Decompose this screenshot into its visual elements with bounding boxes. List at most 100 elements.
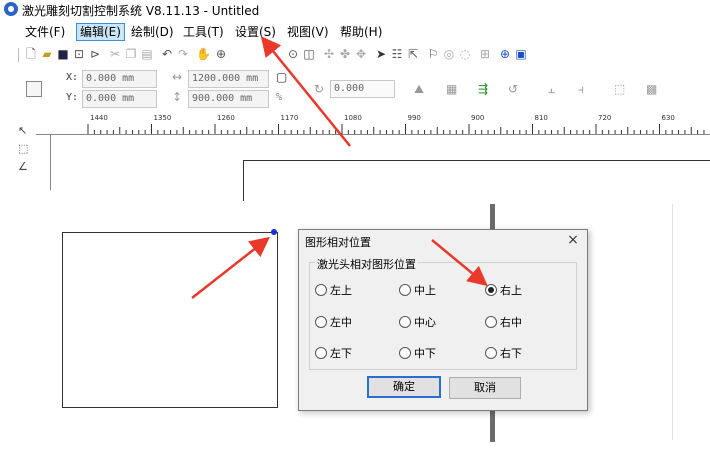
- menu-help[interactable]: 帮助(H): [337, 24, 385, 40]
- window-title: 激光雕刻切割控制系统 V8.11.13 - Untitled: [22, 4, 260, 18]
- rotate-angle-field[interactable]: 0.000: [330, 80, 395, 98]
- ruler-label: 1350: [153, 114, 172, 122]
- radio-circle-icon: [315, 284, 327, 296]
- paste-icon[interactable]: ▤: [140, 47, 154, 61]
- radio-label: 中下: [414, 347, 436, 360]
- select-pointer-icon[interactable]: ↖: [18, 124, 32, 138]
- preview-icon[interactable]: ▣: [514, 47, 528, 61]
- radio-circle-icon: [399, 347, 411, 359]
- node-break-icon[interactable]: ✥: [354, 47, 368, 61]
- radio-center[interactable]: 中心: [399, 316, 436, 330]
- rotate-icon: ↻: [314, 82, 325, 96]
- group-label: 激光头相对图形位置: [315, 256, 418, 272]
- work-area-border: [243, 160, 710, 201]
- y-position-field[interactable]: 0.000 mm: [82, 90, 157, 108]
- radio-label: 左下: [330, 347, 352, 360]
- ruler-label: 720: [598, 114, 612, 122]
- horizontal-ruler: 14401350126011701080990900810720630540: [36, 114, 710, 135]
- frame-line: [672, 204, 673, 440]
- radio-circle-icon: [315, 347, 327, 359]
- title-bar: 激光雕刻切割控制系统 V8.11.13 - Untitled: [0, 0, 710, 20]
- radio-middle-right[interactable]: 右中: [485, 316, 522, 330]
- save-icon[interactable]: ■: [56, 47, 70, 61]
- menu-tools[interactable]: 工具(T): [180, 24, 227, 40]
- height-field[interactable]: 900.000 mm: [188, 90, 269, 108]
- zoom-page-icon[interactable]: ◫: [302, 47, 316, 61]
- radio-circle-icon: [399, 284, 411, 296]
- align-icon[interactable]: ⇶: [478, 82, 488, 96]
- radio-circle-icon: [315, 316, 327, 328]
- radio-top-left[interactable]: 左上: [315, 284, 352, 298]
- smooth-icon[interactable]: ◎: [442, 47, 456, 61]
- dialog-title: 图形相对位置: [305, 236, 371, 249]
- radio-bottom-right[interactable]: 右下: [485, 347, 522, 361]
- redo-icon[interactable]: ↷: [176, 47, 190, 61]
- mirror-v-icon[interactable]: ▦: [446, 82, 457, 96]
- align-left-icon[interactable]: ⫠: [548, 82, 555, 97]
- start-point-icon[interactable]: ⚐: [426, 47, 440, 61]
- x-label: X:: [66, 72, 79, 83]
- graphic-rectangle[interactable]: [62, 232, 278, 408]
- import-icon[interactable]: ⊡: [72, 47, 86, 61]
- radio-bottom-center[interactable]: 中下: [399, 347, 436, 361]
- radio-middle-left[interactable]: 左中: [315, 316, 352, 330]
- ok-button[interactable]: 确定: [367, 376, 441, 398]
- vertical-ruler: [36, 134, 51, 190]
- new-file-icon[interactable]: 🗋: [24, 47, 38, 61]
- radio-label: 右上: [500, 284, 522, 297]
- position-icon[interactable]: ⊕: [498, 47, 512, 61]
- cut-direction-icon[interactable]: ⇱: [406, 47, 420, 61]
- radio-bottom-left[interactable]: 左下: [315, 347, 352, 361]
- x-position-field[interactable]: 0.000 mm: [82, 70, 157, 88]
- close-icon[interactable]: ×: [563, 231, 583, 249]
- export-icon[interactable]: ⊳: [88, 47, 102, 61]
- radio-label: 右中: [500, 316, 522, 329]
- radio-selected-icon: [485, 284, 497, 296]
- anchor-select-icon[interactable]: [26, 81, 42, 97]
- menu-bar: 文件(F) 编辑(E) 绘制(D) 工具(T) 设置(S) 视图(V) 帮助(H…: [0, 22, 710, 42]
- copy-icon[interactable]: ❐: [124, 47, 138, 61]
- menu-view[interactable]: 视图(V): [284, 24, 332, 40]
- percent-label: %: [276, 92, 283, 103]
- menu-draw[interactable]: 绘制(D): [128, 24, 177, 40]
- node-join-icon[interactable]: ✤: [338, 47, 352, 61]
- property-toolbar: X: 0.000 mm Y: 0.000 mm ↔ 1200.000 mm ↕ …: [0, 68, 710, 108]
- ruler-label: 1170: [280, 114, 299, 122]
- radio-top-center[interactable]: 中上: [399, 284, 436, 298]
- node-select-icon[interactable]: ⬚: [18, 142, 32, 156]
- ruler-label: 900: [471, 114, 485, 122]
- radio-circle-icon: [485, 316, 497, 328]
- align-right-icon[interactable]: ⫞: [578, 82, 584, 97]
- distribute-icon[interactable]: ↺: [508, 82, 518, 96]
- menu-file[interactable]: 文件(F): [22, 24, 68, 40]
- radio-top-right[interactable]: 右上: [485, 284, 522, 298]
- width-field[interactable]: 1200.000 mm: [188, 70, 269, 88]
- line-tool-icon[interactable]: ∠: [18, 160, 32, 174]
- radio-label: 中上: [414, 284, 436, 297]
- pan-hand-icon[interactable]: ✋: [196, 47, 211, 61]
- cut-order-icon[interactable]: ☷: [390, 47, 404, 61]
- toolbar-separator: [18, 48, 19, 62]
- node-edit-icon[interactable]: ✣: [322, 47, 336, 61]
- radio-label: 右下: [500, 347, 522, 360]
- zoom-window-icon[interactable]: ⊙: [286, 47, 300, 61]
- laser-path-icon[interactable]: ➤: [374, 47, 388, 61]
- ruler-label: 990: [407, 114, 421, 122]
- mirror-h-icon[interactable]: ⛰: [414, 82, 424, 97]
- lock-ratio-icon[interactable]: ▢: [276, 70, 287, 84]
- cut-icon[interactable]: ✂: [108, 47, 122, 61]
- menu-edit[interactable]: 编辑(E): [76, 23, 125, 41]
- zoom-in-icon[interactable]: ⊕: [214, 47, 228, 61]
- menu-settings[interactable]: 设置(S): [232, 24, 279, 40]
- height-icon: ↕: [172, 90, 183, 104]
- grid-icon[interactable]: ▩: [646, 82, 657, 96]
- cancel-button[interactable]: 取消: [449, 377, 521, 399]
- array-icon[interactable]: ⊞: [478, 47, 492, 61]
- ruler-label: 1080: [344, 114, 362, 122]
- open-folder-icon[interactable]: ▰: [40, 47, 54, 61]
- optimize-icon[interactable]: ◌: [458, 47, 472, 61]
- size-same-icon[interactable]: ⬚: [614, 82, 625, 96]
- radio-circle-icon: [485, 347, 497, 359]
- ruler-label: 630: [661, 114, 675, 122]
- undo-icon[interactable]: ↶: [160, 47, 174, 61]
